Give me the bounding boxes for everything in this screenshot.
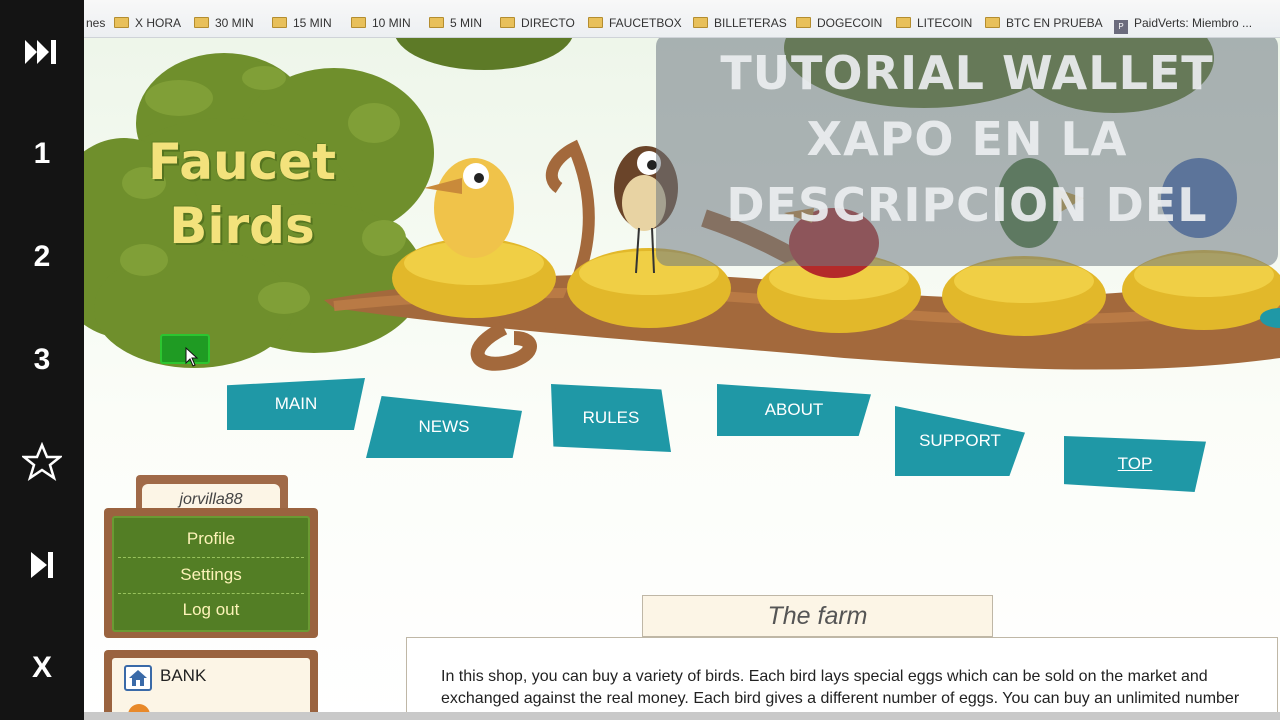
nav-main[interactable]: MAIN (227, 378, 365, 430)
nav-support[interactable]: SUPPORT (895, 406, 1025, 476)
folder-icon (114, 17, 129, 28)
horizontal-scrollbar[interactable] (84, 712, 1280, 720)
folder-icon (351, 17, 366, 28)
bookmark-x-hora[interactable]: X HORA (114, 14, 181, 32)
bookmark-15-min[interactable]: 15 MIN (272, 14, 332, 32)
logo-line-2: Birds (169, 197, 315, 255)
overlay-line-1: TUTORIAL WALLET (720, 46, 1214, 100)
folder-icon (429, 17, 444, 28)
player-rail: 1 2 3 X (0, 0, 84, 720)
folder-icon (194, 17, 209, 28)
rail-item-1[interactable]: 1 (0, 124, 84, 184)
profile-link[interactable]: Profile (112, 522, 310, 556)
folder-icon (796, 17, 811, 28)
nav-rules[interactable]: RULES (551, 384, 671, 452)
farm-description-box: In this shop, you can buy a variety of b… (406, 637, 1278, 720)
bookmark-10-min[interactable]: 10 MIN (351, 14, 411, 32)
bookmark-dogecoin[interactable]: DOGECOIN (796, 14, 882, 32)
rail-item-2[interactable]: 2 (0, 227, 84, 287)
bookmark-litecoin[interactable]: LITECOIN (896, 14, 972, 32)
folder-icon (985, 17, 1000, 28)
mouse-cursor-icon (185, 347, 199, 367)
nav-about[interactable]: ABOUT (717, 384, 871, 436)
nav-news[interactable]: NEWS (366, 396, 522, 458)
bookmarks-bar: nes X HORA 30 MIN 15 MIN 10 MIN 5 MIN DI… (84, 0, 1280, 38)
nav-top[interactable]: TOP (1064, 436, 1206, 492)
bookmark-billeteras[interactable]: BILLETERAS (693, 14, 787, 32)
folder-icon (896, 17, 911, 28)
video-title-overlay: TUTORIAL WALLET XAPO EN LA DESCRIPCION D… (656, 38, 1278, 266)
bookmark-paidverts[interactable]: P PaidVerts: Miembro ... (1114, 14, 1252, 34)
rail-item-3[interactable]: 3 (0, 330, 84, 390)
folder-icon (272, 17, 287, 28)
folder-icon (500, 17, 515, 28)
bookmark-btc-en-prueba[interactable]: BTC EN PRUEBA (985, 14, 1103, 32)
bookmark-directo[interactable]: DIRECTO (500, 14, 575, 32)
site-logo[interactable]: Faucet Birds (142, 130, 342, 258)
folder-icon (588, 17, 603, 28)
next-icon[interactable] (0, 535, 84, 595)
farm-title: The farm (642, 595, 993, 637)
bank-link[interactable]: BANK (160, 666, 206, 686)
logout-link[interactable]: Log out (112, 593, 310, 627)
page-content: TUTORIAL WALLET XAPO EN LA DESCRIPCION D… (84, 38, 1280, 720)
close-icon[interactable]: X (0, 638, 84, 698)
star-icon[interactable] (0, 432, 84, 492)
fast-forward-icon[interactable] (0, 22, 84, 82)
logo-line-1: Faucet (147, 133, 336, 191)
bookmark-5-min[interactable]: 5 MIN (429, 14, 482, 32)
folder-icon (693, 17, 708, 28)
overlay-line-2: XAPO EN LA (806, 112, 1128, 166)
home-icon (124, 665, 152, 691)
overlay-line-3: DESCRIPCION DEL (726, 178, 1208, 232)
bookmark-30-min[interactable]: 30 MIN (194, 14, 254, 32)
bookmark-faucetbox[interactable]: FAUCETBOX (588, 14, 682, 32)
paidverts-icon: P (1114, 20, 1128, 34)
settings-link[interactable]: Settings (112, 558, 310, 592)
bookmark-nes[interactable]: nes (86, 14, 105, 32)
